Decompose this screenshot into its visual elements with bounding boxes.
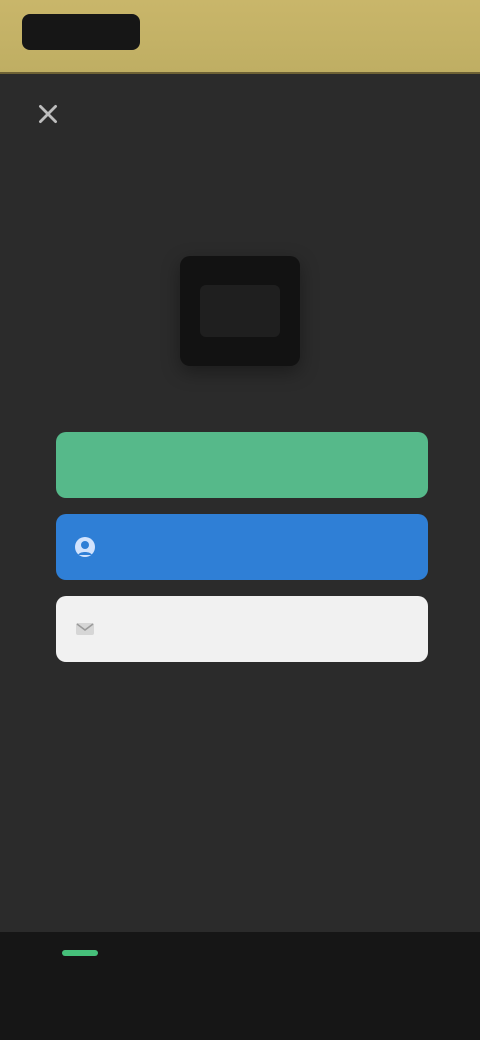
close-button[interactable] [28,94,68,134]
secondary-button[interactable] [56,514,428,580]
bottom-nav-item-1[interactable] [0,932,160,1040]
bottom-nav-item-3[interactable] [320,932,480,1040]
user-icon [72,534,98,560]
mail-icon [72,616,98,642]
topbar-divider [0,72,480,74]
close-icon [39,105,57,123]
top-app-bar [0,0,480,72]
brand-logo[interactable] [22,14,140,50]
primary-button[interactable] [56,432,428,498]
active-indicator [62,950,98,956]
app-logo-mark [200,285,280,337]
spacer-icon [72,452,98,478]
bottom-navigation [0,932,480,1040]
bottom-nav-item-2[interactable] [160,932,320,1040]
tertiary-button[interactable] [56,596,428,662]
bottom-banner [0,888,480,932]
app-logo [180,256,300,366]
screen [0,0,480,1040]
